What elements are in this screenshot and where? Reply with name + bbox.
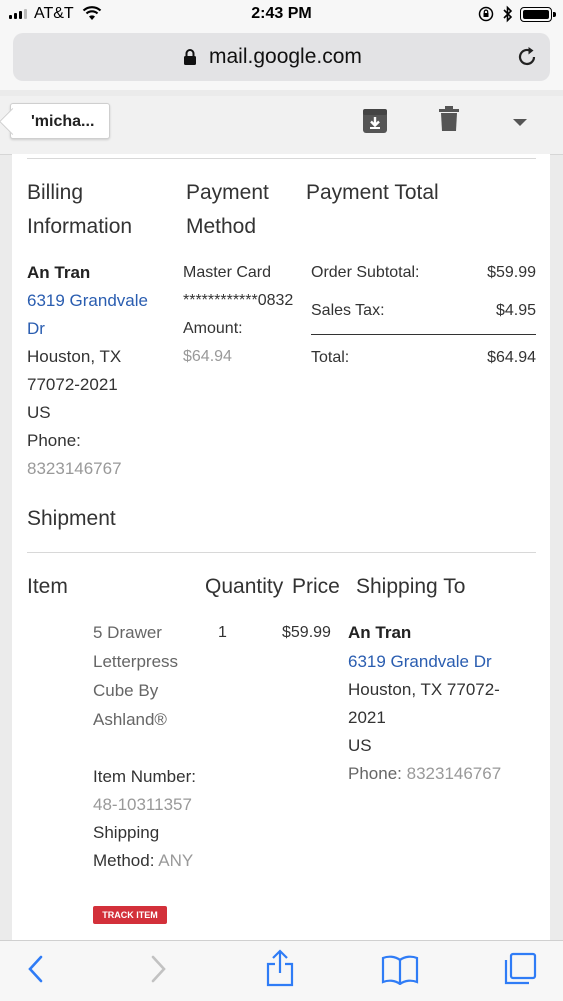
browser-bottom-toolbar <box>0 940 563 1001</box>
item-quantity: 1 <box>218 624 227 641</box>
battery-icon <box>520 7 556 22</box>
amount-value: $64.94 <box>183 348 232 365</box>
ship-street[interactable]: 6319 Grandvale Dr <box>348 648 492 676</box>
tax-value: $4.95 <box>495 302 536 319</box>
track-item-button[interactable]: TRACK ITEM <box>93 906 167 924</box>
forward-icon[interactable] <box>150 953 168 990</box>
gmail-toolbar: 'micha... <box>0 96 563 155</box>
total-label: Total: <box>311 349 350 366</box>
col-quantity: Quantity <box>205 575 284 598</box>
col-item: Item <box>27 575 68 598</box>
archive-icon[interactable] <box>362 108 388 139</box>
billing-street-line2[interactable]: Dr <box>27 315 45 343</box>
item-name-line3: Cube By <box>93 681 159 700</box>
ship-phone-row: Phone: 8323146767 <box>348 760 501 788</box>
shipping-method-label-line1: Shipping <box>93 823 160 842</box>
rotation-lock-icon <box>478 6 494 27</box>
item-number: 48-10311357 <box>93 795 192 814</box>
card-number: ************0832 <box>183 292 294 309</box>
payment-method-header-line2: Method <box>186 215 257 238</box>
ship-phone-label: Phone: <box>348 764 402 783</box>
billing-zip: 77072-2021 <box>27 375 118 394</box>
total-divider <box>311 334 536 335</box>
subtotal-label: Order Subtotal: <box>311 264 420 281</box>
billing-city: Houston, TX <box>27 347 122 366</box>
payment-method-header-line1: Payment <box>186 181 269 204</box>
shipment-title: Shipment <box>27 507 116 530</box>
ship-zip: 2021 <box>348 708 386 727</box>
ship-country: US <box>348 736 372 755</box>
ship-name: An Tran <box>348 623 412 642</box>
col-shipping-to: Shipping To <box>356 575 466 598</box>
divider <box>27 158 536 159</box>
address-bar[interactable]: mail.google.com <box>13 33 550 81</box>
bluetooth-icon <box>502 5 514 28</box>
billing-phone-label: Phone: <box>27 431 81 450</box>
share-icon[interactable] <box>265 949 295 992</box>
shipping-method-row: Method: ANY <box>93 847 193 875</box>
billing-header-line1: Billing <box>27 181 84 204</box>
back-to-inbox-button[interactable]: 'micha... <box>10 103 110 139</box>
tabs-icon[interactable] <box>502 952 538 991</box>
item-name-line1: 5 Drawer <box>93 623 162 642</box>
dropdown-icon[interactable] <box>513 119 527 126</box>
billing-street-line1[interactable]: 6319 Grandvale <box>27 287 148 315</box>
url-text: mail.google.com <box>209 45 362 68</box>
back-button-label: 'micha... <box>31 113 95 130</box>
trash-icon[interactable] <box>439 106 459 137</box>
subtotal-value: $59.99 <box>487 264 536 281</box>
email-body: Billing Information Payment Method Payme… <box>12 154 550 940</box>
back-icon[interactable] <box>26 953 44 990</box>
payment-total-header: Payment Total <box>306 181 439 204</box>
ship-phone: 8323146767 <box>406 764 502 783</box>
tax-label: Sales Tax: <box>311 302 385 319</box>
item-name-line4: Ashland® <box>93 710 167 729</box>
item-name-line2: Letterpress <box>93 652 179 671</box>
lock-icon <box>183 48 197 71</box>
billing-country: US <box>27 403 51 422</box>
item-price: $59.99 <box>282 624 331 641</box>
ship-city: Houston, TX 77072- <box>348 680 500 699</box>
billing-phone: 8323146767 <box>27 459 122 478</box>
billing-name: An Tran <box>27 263 91 282</box>
total-value: $64.94 <box>487 349 536 366</box>
shipping-method-label-line2: Method: <box>93 851 155 870</box>
amount-label: Amount: <box>183 320 243 337</box>
bookmarks-icon[interactable] <box>381 955 419 990</box>
browser-address-area: mail.google.com <box>0 30 563 90</box>
reload-icon[interactable] <box>515 45 539 74</box>
col-price: Price <box>292 575 340 598</box>
status-bar: AT&T 2:43 PM <box>0 0 563 30</box>
shipping-method-value: ANY <box>158 851 194 870</box>
shipment-divider <box>27 552 536 553</box>
billing-header-line2: Information <box>27 215 133 238</box>
item-number-label: Item Number: <box>93 767 196 786</box>
card-type: Master Card <box>183 264 272 281</box>
